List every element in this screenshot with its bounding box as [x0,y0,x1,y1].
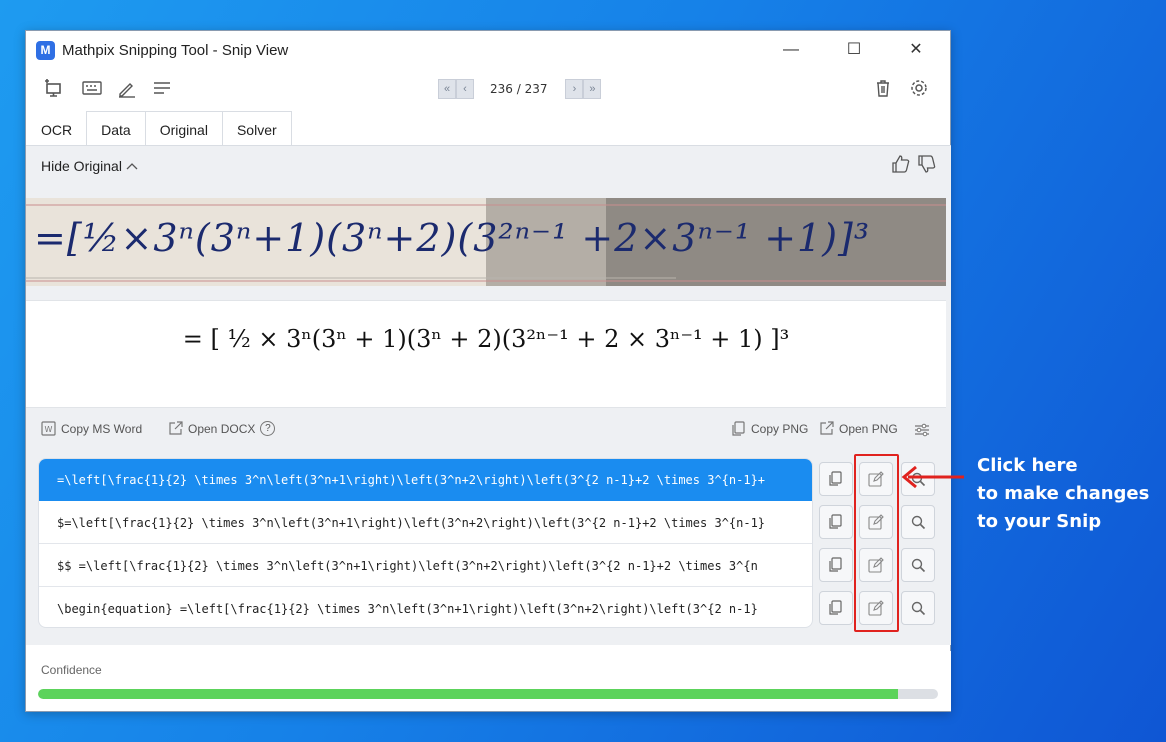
ms-word-icon: W [41,421,56,436]
copy-png-label: Copy PNG [751,421,809,436]
copy-png-button[interactable]: Copy PNG [731,421,808,436]
tab-ocr[interactable]: OCR [26,111,88,145]
view-tabs: OCR Data Original Solver [26,111,292,145]
copy-ms-word-label: Copy MS Word [61,421,143,436]
new-snip-icon[interactable] [42,77,64,99]
maximize-button[interactable]: ☐ [834,37,874,63]
original-photo-text: =[½×3ⁿ(3ⁿ+1)(3ⁿ+2)(3²ⁿ⁻¹ +2×3ⁿ⁻¹ +1)]³ [34,216,871,260]
ocr-pane: Hide Original =[½×3ⁿ(3ⁿ+1)(3ⁿ+2)(3²ⁿ⁻¹ +… [26,145,951,645]
latex-results-list: =\left[\frac{1}{2} \times 3^n\left(3^n+1… [38,458,813,628]
callout-line-3: to your Snip [977,511,1102,532]
first-page-button[interactable]: « [438,79,456,99]
callout-arrow-icon [901,465,964,489]
latex-result-row-2[interactable]: $=\left[\frac{1}{2} \times 3^n\left(3^n+… [39,502,812,544]
search-row-4-button[interactable] [901,591,935,625]
search-row-2-button[interactable] [901,505,935,539]
copy-row-3-button[interactable] [819,548,853,582]
tab-data[interactable]: Data [86,111,146,145]
thumbs-up-icon[interactable] [891,154,911,174]
confidence-bar [38,689,938,699]
export-actions: W Copy MS Word Open DOCX ? Copy PNG Open… [26,410,946,448]
search-icon [911,515,926,530]
open-docx-label: Open DOCX [188,421,256,436]
feedback-buttons [891,154,937,174]
help-icon[interactable]: ? [260,421,276,436]
original-photo: =[½×3ⁿ(3ⁿ+1)(3ⁿ+2)(3²ⁿ⁻¹ +2×3ⁿ⁻¹ +1)]³ [26,198,946,286]
thumbs-down-icon[interactable] [917,154,937,174]
keyboard-icon[interactable] [81,77,103,99]
trash-icon[interactable] [872,77,894,99]
copy-icon [829,471,842,486]
tab-original[interactable]: Original [144,111,223,145]
search-icon [911,601,926,616]
copy-row-2-button[interactable] [819,505,853,539]
copy-icon [829,557,842,572]
close-button[interactable]: ✕ [896,37,936,63]
callout-line-2: to make changes [977,483,1150,504]
page-count: 236 / 237 [490,82,548,96]
settings-gear-icon[interactable] [908,77,930,99]
external-link-icon [169,421,183,435]
minimize-button[interactable]: — [771,37,811,63]
tab-solver[interactable]: Solver [221,111,292,145]
copy-icon [732,421,745,436]
search-icon [911,558,926,573]
handwriting-icon[interactable] [116,77,138,99]
mathpix-logo-icon: M [36,41,55,60]
format-settings-icon[interactable] [914,422,930,438]
svg-text:W: W [45,425,53,434]
copy-ms-word-button[interactable]: W Copy MS Word [41,421,142,436]
callout-text: Click here to make changes to your Snip [977,452,1149,536]
copy-row-4-button[interactable] [819,591,853,625]
snip-view-window: M Mathpix Snipping Tool - Snip View — ☐ … [25,30,951,712]
copy-row-1-button[interactable] [819,462,853,496]
search-row-3-button[interactable] [901,548,935,582]
open-png-label: Open PNG [839,421,898,436]
callout-line-1: Click here [977,455,1078,476]
title-bar: M Mathpix Snipping Tool - Snip View — ☐ … [26,31,950,69]
external-link-icon [820,421,834,435]
hide-original-label: Hide Original [41,158,122,174]
copy-icon [829,514,842,529]
copy-icon [829,600,842,615]
latex-result-row-1[interactable]: =\left[\frac{1}{2} \times 3^n\left(3^n+1… [39,459,812,501]
next-page-button[interactable]: › [565,79,584,99]
confidence-section: Confidence [26,651,951,711]
latex-result-row-3[interactable]: $$ =\left[\frac{1}{2} \times 3^n\left(3^… [39,545,812,587]
edit-column-highlight [854,454,899,632]
open-png-button[interactable]: Open PNG [819,421,898,436]
last-page-button[interactable]: » [583,79,602,99]
confidence-label: Confidence [41,663,102,677]
chevron-up-icon [126,163,138,170]
snip-pager: « ‹ 236 / 237 › » [438,78,602,100]
list-icon[interactable] [151,77,173,99]
window-title: Mathpix Snipping Tool - Snip View [62,42,289,59]
rendered-math-preview: = [ ½ × 3ⁿ(3ⁿ + 1)(3ⁿ + 2)(3²ⁿ⁻¹ + 2 × 3… [26,300,946,408]
hide-original-toggle[interactable]: Hide Original [41,158,138,174]
latex-result-row-4[interactable]: \begin{equation} =\left[\frac{1}{2} \tim… [39,588,812,627]
confidence-bar-fill [38,689,898,699]
open-docx-button[interactable]: Open DOCX ? [168,421,276,436]
rendered-math-expression: = [ ½ × 3ⁿ(3ⁿ + 1)(3ⁿ + 2)(3²ⁿ⁻¹ + 2 × 3… [182,325,790,353]
prev-page-button[interactable]: ‹ [456,79,474,99]
